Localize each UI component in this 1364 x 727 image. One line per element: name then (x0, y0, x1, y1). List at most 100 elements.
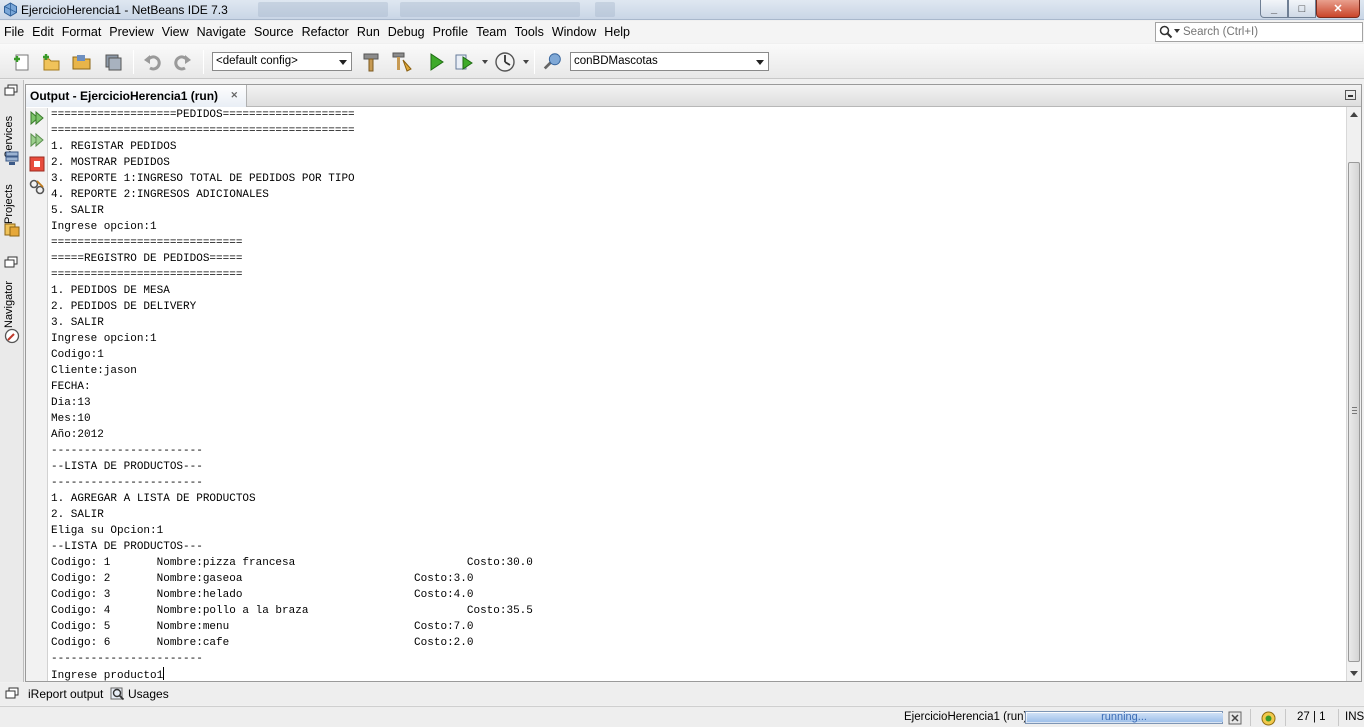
tab-usages-label: Usages (128, 687, 169, 701)
tab-usages[interactable]: Usages (110, 686, 170, 703)
menu-source[interactable]: Source (250, 25, 298, 39)
window-restore-icon[interactable] (4, 256, 20, 272)
sidebar-tab-navigator[interactable]: Navigator (3, 276, 21, 328)
menu-tools[interactable]: Tools (511, 25, 548, 39)
toolbar-separator (203, 50, 204, 74)
bottom-tab-bar: iReport output Usages (0, 683, 1364, 705)
left-sidebar: Services Projects Navigator (0, 80, 24, 682)
cancel-task-icon[interactable] (1228, 711, 1242, 725)
menu-help[interactable]: Help (600, 25, 634, 39)
status-separator (1250, 709, 1251, 726)
output-window: Output - EjercicioHerencia1 (run) ✕ ====… (25, 84, 1362, 682)
console-line: 2. MOSTRAR PEDIDOS (51, 157, 170, 169)
vertical-scrollbar[interactable] (1346, 107, 1361, 681)
deploy-icon[interactable] (542, 51, 564, 73)
console-line: 3. REPORTE 1:INGRESO TOTAL DE PEDIDOS PO… (51, 173, 355, 185)
menu-navigate[interactable]: Navigate (193, 25, 250, 39)
caret-position: 27 | 1 (1297, 711, 1326, 723)
console-line: ----------------------- (51, 445, 203, 457)
quick-search[interactable] (1155, 22, 1363, 42)
console-line: --LISTA DE PRODUCTOS--- (51, 461, 203, 473)
console-line: Codigo:1 (51, 349, 104, 361)
build-hammer-icon[interactable] (360, 51, 382, 73)
title-bar: EjercicioHerencia1 - NetBeans IDE 7.3 _ … (0, 0, 1364, 20)
toolbar-separator (133, 50, 134, 74)
sidebar-tab-projects-label: Projects (3, 184, 15, 224)
status-bar: EjercicioHerencia1 (run) running... 27 |… (0, 706, 1364, 727)
console-line: 1. AGREGAR A LISTA DE PRODUCTOS (51, 493, 256, 505)
console-line: Eliga su Opcion:1 (51, 525, 164, 537)
notification-globe-icon[interactable] (1261, 711, 1276, 726)
console-line: 4. REPORTE 2:INGRESOS ADICIONALES (51, 189, 269, 201)
debug-icon[interactable] (453, 51, 475, 73)
open-project-icon[interactable] (71, 51, 93, 73)
usages-search-icon (110, 686, 125, 701)
menu-format[interactable]: Format (58, 25, 106, 39)
services-icon (4, 150, 20, 166)
menu-bar: File Edit Format Preview View Navigate S… (0, 21, 1364, 43)
menu-refactor[interactable]: Refactor (298, 25, 353, 39)
search-dropdown-icon[interactable] (1174, 29, 1180, 33)
close-icon[interactable]: ✕ (231, 90, 239, 101)
minimize-button[interactable]: _ (1260, 0, 1288, 18)
scroll-up-icon[interactable] (1350, 112, 1358, 117)
tab-output-run[interactable]: Output - EjercicioHerencia1 (run) ✕ (26, 85, 248, 107)
new-project-icon[interactable] (40, 51, 62, 73)
debug-dropdown-icon[interactable] (482, 60, 488, 64)
sidebar-tab-projects[interactable]: Projects (3, 176, 21, 224)
progress-text: running... (1101, 711, 1147, 723)
menu-file[interactable]: File (0, 25, 28, 39)
config-combo[interactable]: <default config> (212, 52, 352, 71)
run-progress-bar[interactable]: running... (1025, 711, 1223, 724)
window-restore-icon[interactable] (5, 687, 21, 703)
toolbar-separator (534, 50, 535, 74)
console-output[interactable]: ===================PEDIDOS==============… (51, 107, 1346, 681)
status-separator (1338, 709, 1339, 726)
taskbar-ghost (400, 2, 580, 17)
search-icon[interactable] (1159, 25, 1173, 39)
menu-profile[interactable]: Profile (429, 25, 472, 39)
menu-edit[interactable]: Edit (28, 25, 58, 39)
menu-team[interactable]: Team (472, 25, 511, 39)
window-title: EjercicioHerencia1 - NetBeans IDE 7.3 (21, 3, 228, 17)
search-input[interactable] (1183, 24, 1359, 40)
minimize-window-icon[interactable] (1345, 90, 1356, 100)
console-line: Codigo: 6 Nombre:cafe Costo:2.0 (51, 637, 474, 649)
new-file-icon[interactable] (11, 51, 33, 73)
run-icon[interactable] (425, 51, 447, 73)
scroll-thumb[interactable] (1348, 162, 1360, 662)
console-line: ===================PEDIDOS==============… (51, 109, 355, 121)
console-line: --LISTA DE PRODUCTOS--- (51, 541, 203, 553)
config-combo-value: <default config> (216, 55, 298, 67)
console-line: 1. REGISTAR PEDIDOS (51, 141, 177, 153)
console-line: Codigo: 3 Nombre:helado Costo:4.0 (51, 589, 474, 601)
window-restore-icon[interactable] (4, 84, 20, 100)
console-line: Codigo: 4 Nombre:pollo a la braza Costo:… (51, 605, 533, 617)
console-line: ========================================… (51, 125, 355, 137)
rerun-icon[interactable] (29, 110, 45, 126)
close-button[interactable]: ✕ (1316, 0, 1360, 18)
clean-build-icon[interactable] (391, 51, 413, 73)
chevron-down-icon (339, 60, 347, 65)
tab-ireport-output[interactable]: iReport output (28, 686, 108, 703)
profile-icon[interactable] (494, 51, 516, 73)
menu-debug[interactable]: Debug (384, 25, 429, 39)
running-project-label[interactable]: EjercicioHerencia1 (run) (904, 711, 1027, 723)
menu-preview[interactable]: Preview (105, 25, 157, 39)
console-line: Mes:10 (51, 413, 91, 425)
menu-view[interactable]: View (158, 25, 193, 39)
rerun-with-params-icon[interactable] (29, 132, 45, 148)
taskbar-ghost (258, 2, 388, 17)
menu-window[interactable]: Window (548, 25, 600, 39)
redo-icon[interactable] (172, 51, 194, 73)
scroll-down-icon[interactable] (1350, 671, 1358, 676)
settings-icon[interactable] (29, 179, 45, 195)
maximize-button[interactable]: □ (1288, 0, 1316, 18)
project-combo[interactable]: conBDMascotas (570, 52, 769, 71)
stop-icon[interactable] (29, 156, 45, 172)
save-all-icon[interactable] (102, 51, 124, 73)
profile-dropdown-icon[interactable] (523, 60, 529, 64)
undo-icon[interactable] (141, 51, 163, 73)
menu-run[interactable]: Run (353, 25, 384, 39)
console-line: Año:2012 (51, 429, 104, 441)
